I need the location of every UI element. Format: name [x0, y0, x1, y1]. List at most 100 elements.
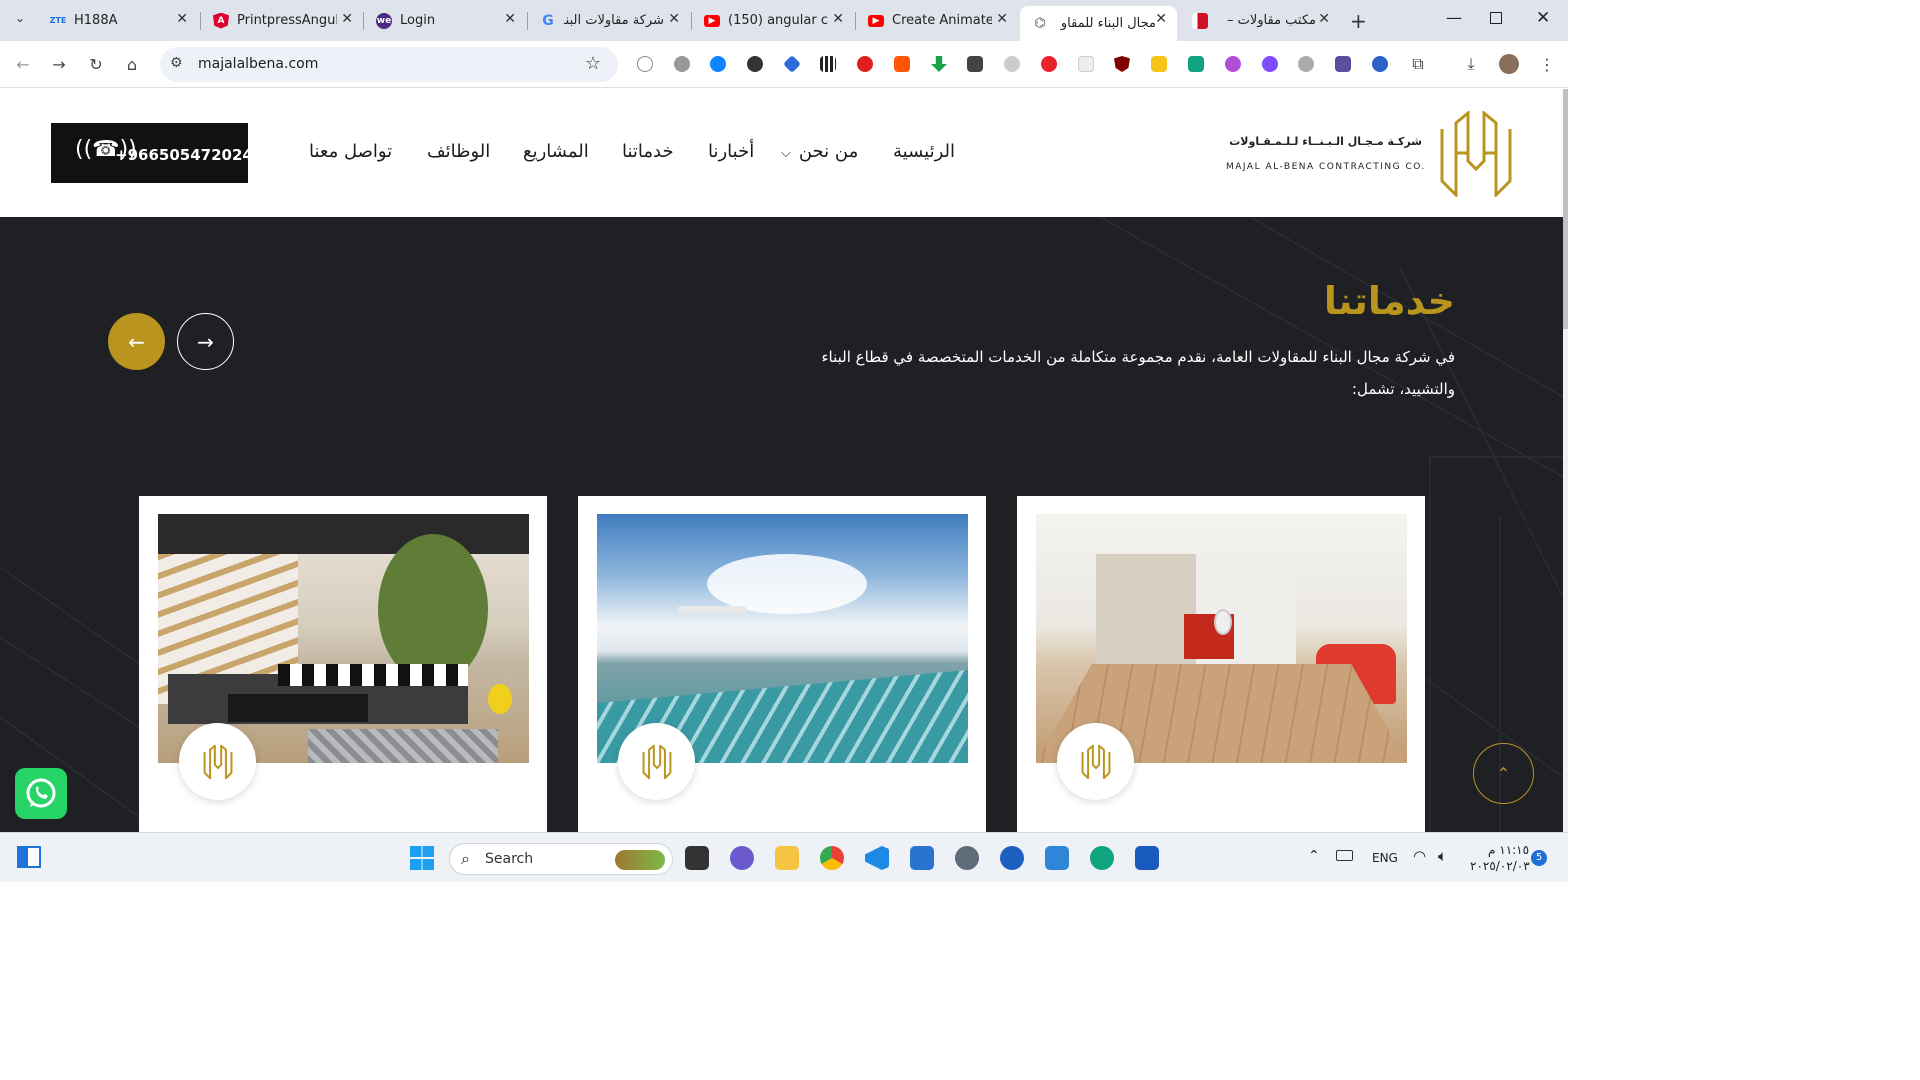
qr-code-icon[interactable]	[820, 56, 836, 72]
extension-icon[interactable]	[782, 54, 802, 74]
extension-icon[interactable]	[1151, 56, 1167, 72]
extension-icon[interactable]	[967, 56, 983, 72]
tab-7[interactable]: مكتب مقاولات – ✕	[1180, 6, 1340, 35]
close-icon[interactable]: ✕	[341, 11, 353, 27]
site-logo[interactable]: شركـة مـجـال الـبـنــاء لـلـمـقـاولات MA…	[1226, 109, 1516, 199]
clock-date[interactable]: ٢٠٢٥/٠٢/٠٣	[1470, 859, 1530, 873]
site-info-icon[interactable]: ⚙	[170, 55, 183, 71]
wifi-icon[interactable]: ◠	[1413, 847, 1426, 865]
menu-icon[interactable]: ⋮	[1538, 55, 1556, 74]
close-icon[interactable]: ✕	[504, 11, 516, 27]
phone-button[interactable]: ((☎)) +966505472024	[51, 123, 253, 183]
puzzle-icon[interactable]: ⧉	[1409, 54, 1427, 73]
angular-icon: A	[213, 12, 229, 29]
new-tab-button[interactable]: +	[1350, 9, 1367, 33]
volume-icon[interactable]: 🔈︎	[1438, 847, 1447, 865]
widgets-icon[interactable]	[17, 846, 41, 868]
chevron-up-icon[interactable]: ⌃	[1308, 848, 1320, 864]
tab-2[interactable]: we Login ✕	[364, 6, 526, 35]
restore-button[interactable]	[1490, 12, 1502, 24]
download-icon[interactable]: ⤓	[1462, 54, 1480, 73]
vscode-icon[interactable]	[865, 846, 889, 870]
nav-about-label: من نحن	[798, 141, 859, 162]
close-icon[interactable]: ✕	[668, 11, 680, 27]
chatgpt-icon[interactable]	[1188, 56, 1204, 72]
keyboard-icon[interactable]	[1336, 850, 1353, 861]
settings-icon[interactable]	[955, 846, 979, 870]
scroll-to-top-button[interactable]: ⌃	[1473, 743, 1534, 804]
task-view-icon[interactable]	[685, 846, 709, 870]
nav-home[interactable]: الرئيسية	[893, 141, 955, 162]
taskbar-search[interactable]: ⌕ Search	[449, 843, 673, 875]
tab-6-active[interactable]: ⌬ مجال البناء للمقاو ✕	[1020, 6, 1177, 41]
extension-icon[interactable]	[857, 56, 873, 72]
adblock-icon[interactable]	[1041, 56, 1057, 72]
language-indicator[interactable]: ENG	[1372, 851, 1398, 865]
tab-title: مكتب مقاولات –	[1226, 13, 1316, 28]
scrollbar-thumb[interactable]	[1563, 89, 1568, 329]
home-icon[interactable]: ⌂	[123, 55, 141, 74]
forward-icon[interactable]: →	[50, 55, 68, 74]
avatar[interactable]	[1499, 54, 1519, 74]
nav-projects[interactable]: المشاريع	[523, 141, 589, 162]
extension-icon[interactable]	[1078, 56, 1094, 72]
download-arrow-icon[interactable]	[931, 56, 947, 72]
whatsapp-button[interactable]	[15, 768, 67, 819]
clock-time[interactable]: ١١:١٥ م	[1488, 843, 1529, 857]
close-window-button[interactable]: ✕	[1536, 8, 1550, 28]
photos-icon[interactable]	[1045, 846, 1069, 870]
service-card[interactable]	[139, 496, 547, 832]
service-card[interactable]	[1017, 496, 1425, 832]
tab-4[interactable]: ▶ (150) angular car ✕	[692, 6, 854, 35]
extension-icon[interactable]	[674, 56, 690, 72]
powershell-icon[interactable]	[910, 846, 934, 870]
tab-3[interactable]: G شركة مقاولات البنـ ✕	[528, 6, 690, 35]
close-icon[interactable]: ✕	[1155, 11, 1167, 27]
extension-icon[interactable]	[1262, 56, 1278, 72]
next-arrow-button[interactable]: →	[177, 313, 234, 370]
extension-icon[interactable]	[1335, 56, 1351, 72]
tab-0[interactable]: ZTE H188A ✕	[38, 6, 198, 35]
bookmark-star-icon[interactable]: ☆	[585, 53, 601, 74]
login-icon: we	[376, 12, 392, 29]
extension-icon[interactable]	[747, 56, 763, 72]
service-card[interactable]	[578, 496, 986, 832]
chrome-icon[interactable]	[820, 846, 844, 870]
soundcloud-icon[interactable]	[894, 56, 910, 72]
extension-icon[interactable]	[1298, 56, 1314, 72]
tab-search-button[interactable]: ⌄	[10, 11, 30, 31]
extension-icon[interactable]	[1372, 56, 1388, 72]
nav-contact[interactable]: تواصل معنا	[309, 141, 392, 162]
prev-arrow-button[interactable]: ←	[108, 313, 165, 370]
notification-badge[interactable]: 5	[1531, 850, 1547, 866]
app-icon[interactable]	[1000, 846, 1024, 870]
address-bar[interactable]: ⚙ majalalbena.com ☆	[160, 47, 618, 82]
youtube-icon: ▶	[704, 14, 720, 27]
close-icon[interactable]: ✕	[1318, 11, 1330, 27]
close-icon[interactable]: ✕	[832, 11, 844, 27]
arrow-right-icon: →	[197, 329, 214, 354]
chat-icon[interactable]	[730, 846, 754, 870]
nav-news[interactable]: أخبارنا	[708, 141, 754, 162]
nav-jobs[interactable]: الوظائف	[427, 141, 490, 162]
nav-services[interactable]: خدماتنا	[622, 141, 674, 162]
close-icon[interactable]: ✕	[996, 11, 1008, 27]
tab-title: H188A	[74, 13, 118, 28]
nav-about[interactable]: ⌵ من نحن	[781, 141, 858, 162]
back-icon[interactable]: ←	[14, 55, 32, 74]
minimize-button[interactable]: —	[1446, 8, 1462, 27]
windows-start-icon[interactable]	[410, 846, 434, 870]
close-icon[interactable]: ✕	[176, 11, 188, 27]
reload-icon[interactable]: ↻	[87, 55, 105, 74]
extension-icon[interactable]	[637, 56, 653, 72]
extension-icon[interactable]	[1225, 56, 1241, 72]
tab-1[interactable]: A PrintpressAngular ✕	[201, 6, 363, 35]
chatgpt-icon[interactable]	[1090, 846, 1114, 870]
word-icon[interactable]	[1135, 846, 1159, 870]
file-explorer-icon[interactable]	[775, 846, 799, 870]
tab-5[interactable]: ▶ Create Animated ✕	[856, 6, 1018, 35]
shazam-icon[interactable]	[710, 56, 726, 72]
extension-icon[interactable]	[1004, 56, 1020, 72]
ublock-icon[interactable]	[1114, 56, 1130, 72]
section-description: في شركة مجال البناء للمقاولات العامة، نق…	[821, 348, 1455, 398]
